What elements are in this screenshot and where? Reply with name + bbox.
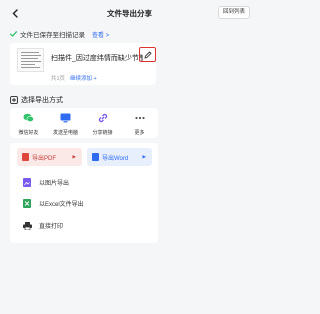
page-count: 共1页 bbox=[51, 76, 66, 82]
pencil-icon bbox=[144, 51, 151, 58]
share-more-label: 更多 bbox=[134, 130, 145, 136]
export-icon bbox=[10, 96, 18, 104]
saved-notice: 文件已保存至扫描记录 查看 > bbox=[10, 29, 109, 39]
check-icon bbox=[10, 31, 17, 37]
export-word-label: 导出Word bbox=[102, 155, 129, 162]
word-icon bbox=[92, 153, 99, 161]
share-wechat-label: 微信好友 bbox=[18, 130, 39, 136]
export-pdf-label: 导出PDF bbox=[32, 155, 57, 162]
saved-text: 文件已保存至扫描记录 bbox=[20, 32, 85, 39]
printer-icon bbox=[22, 221, 32, 230]
export-as-excel-label: 以Excel文件导出 bbox=[39, 202, 84, 208]
export-panel: 导出PDF ▶ 导出Word ▶ 以图片导出 以Excel文件导出 直接打印 bbox=[10, 143, 158, 243]
document-thumbnail[interactable] bbox=[17, 48, 44, 72]
computer-icon bbox=[60, 113, 71, 123]
share-panel: 微信好友 发送至电脑 分享链接 更多 bbox=[10, 108, 158, 138]
share-more[interactable]: 更多 bbox=[121, 112, 158, 136]
caret-right-icon: ▶ bbox=[142, 154, 146, 159]
header: 文件导出分享 回到列表 bbox=[0, 4, 259, 22]
direct-print[interactable]: 直接打印 bbox=[22, 221, 63, 230]
file-card: 扫描件_因过度纬情而缺少节制 共1页 继续添加 + bbox=[10, 43, 156, 85]
continue-add-link[interactable]: 继续添加 + bbox=[70, 74, 97, 82]
excel-icon bbox=[23, 199, 31, 208]
export-section-title-text: 选择导出方式 bbox=[21, 97, 63, 104]
direct-print-label: 直接打印 bbox=[39, 224, 64, 230]
more-icon bbox=[134, 116, 145, 120]
caret-right-icon: ▶ bbox=[72, 154, 76, 159]
share-link[interactable]: 分享链接 bbox=[84, 112, 121, 136]
export-word-button[interactable]: 导出Word ▶ bbox=[87, 148, 152, 166]
export-pdf-button[interactable]: 导出PDF ▶ bbox=[17, 148, 82, 166]
image-icon bbox=[23, 178, 31, 187]
share-link-label: 分享链接 bbox=[92, 130, 113, 136]
rename-button[interactable] bbox=[139, 47, 156, 62]
export-as-excel[interactable]: 以Excel文件导出 bbox=[22, 199, 84, 208]
share-wechat[interactable]: 微信好友 bbox=[10, 112, 47, 136]
export-as-image-label: 以图片导出 bbox=[39, 181, 70, 187]
wechat-icon bbox=[23, 113, 34, 123]
export-section-title: 选择导出方式 bbox=[10, 95, 63, 105]
link-icon bbox=[98, 113, 107, 123]
share-computer-label: 发送至电脑 bbox=[52, 130, 78, 136]
file-name: 扫描件_因过度纬情而缺少节制 bbox=[51, 55, 143, 62]
share-computer[interactable]: 发送至电脑 bbox=[47, 112, 84, 136]
pdf-icon bbox=[22, 153, 29, 161]
view-link[interactable]: 查看 > bbox=[92, 30, 109, 39]
export-as-image[interactable]: 以图片导出 bbox=[22, 178, 69, 187]
return-to-list-button[interactable]: 回到列表 bbox=[217, 6, 250, 19]
